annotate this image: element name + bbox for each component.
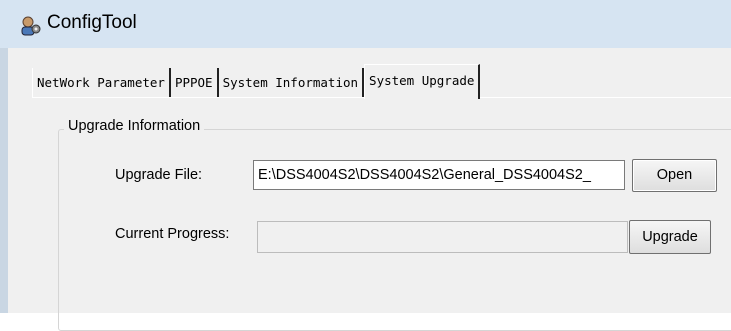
tab-system-upgrade[interactable]: System Upgrade: [364, 64, 481, 99]
tab-system-information[interactable]: System Information: [218, 68, 365, 98]
upgrade-button[interactable]: Upgrade: [629, 220, 711, 254]
title-bar[interactable]: ConfigTool: [0, 0, 731, 48]
upgrade-file-label: Upgrade File:: [115, 167, 203, 183]
tab-pppoe[interactable]: PPPOE: [170, 68, 219, 98]
group-legend: Upgrade Information: [64, 118, 205, 134]
open-button[interactable]: Open: [632, 159, 717, 192]
window-title: ConfigTool: [47, 12, 137, 33]
window-border: [0, 48, 8, 313]
upgrade-file-field[interactable]: E:\DSS4004S2\DSS4004S2\General_DSS4004S2…: [253, 160, 625, 190]
config-tool-icon: [21, 16, 41, 36]
current-progress-label: Current Progress:: [115, 226, 230, 242]
upgrade-progress-bar: [257, 221, 628, 253]
tab-network-parameter[interactable]: NetWork Parameter: [32, 68, 171, 98]
tab-strip: NetWork Parameter PPPOE System Informati…: [32, 64, 481, 99]
